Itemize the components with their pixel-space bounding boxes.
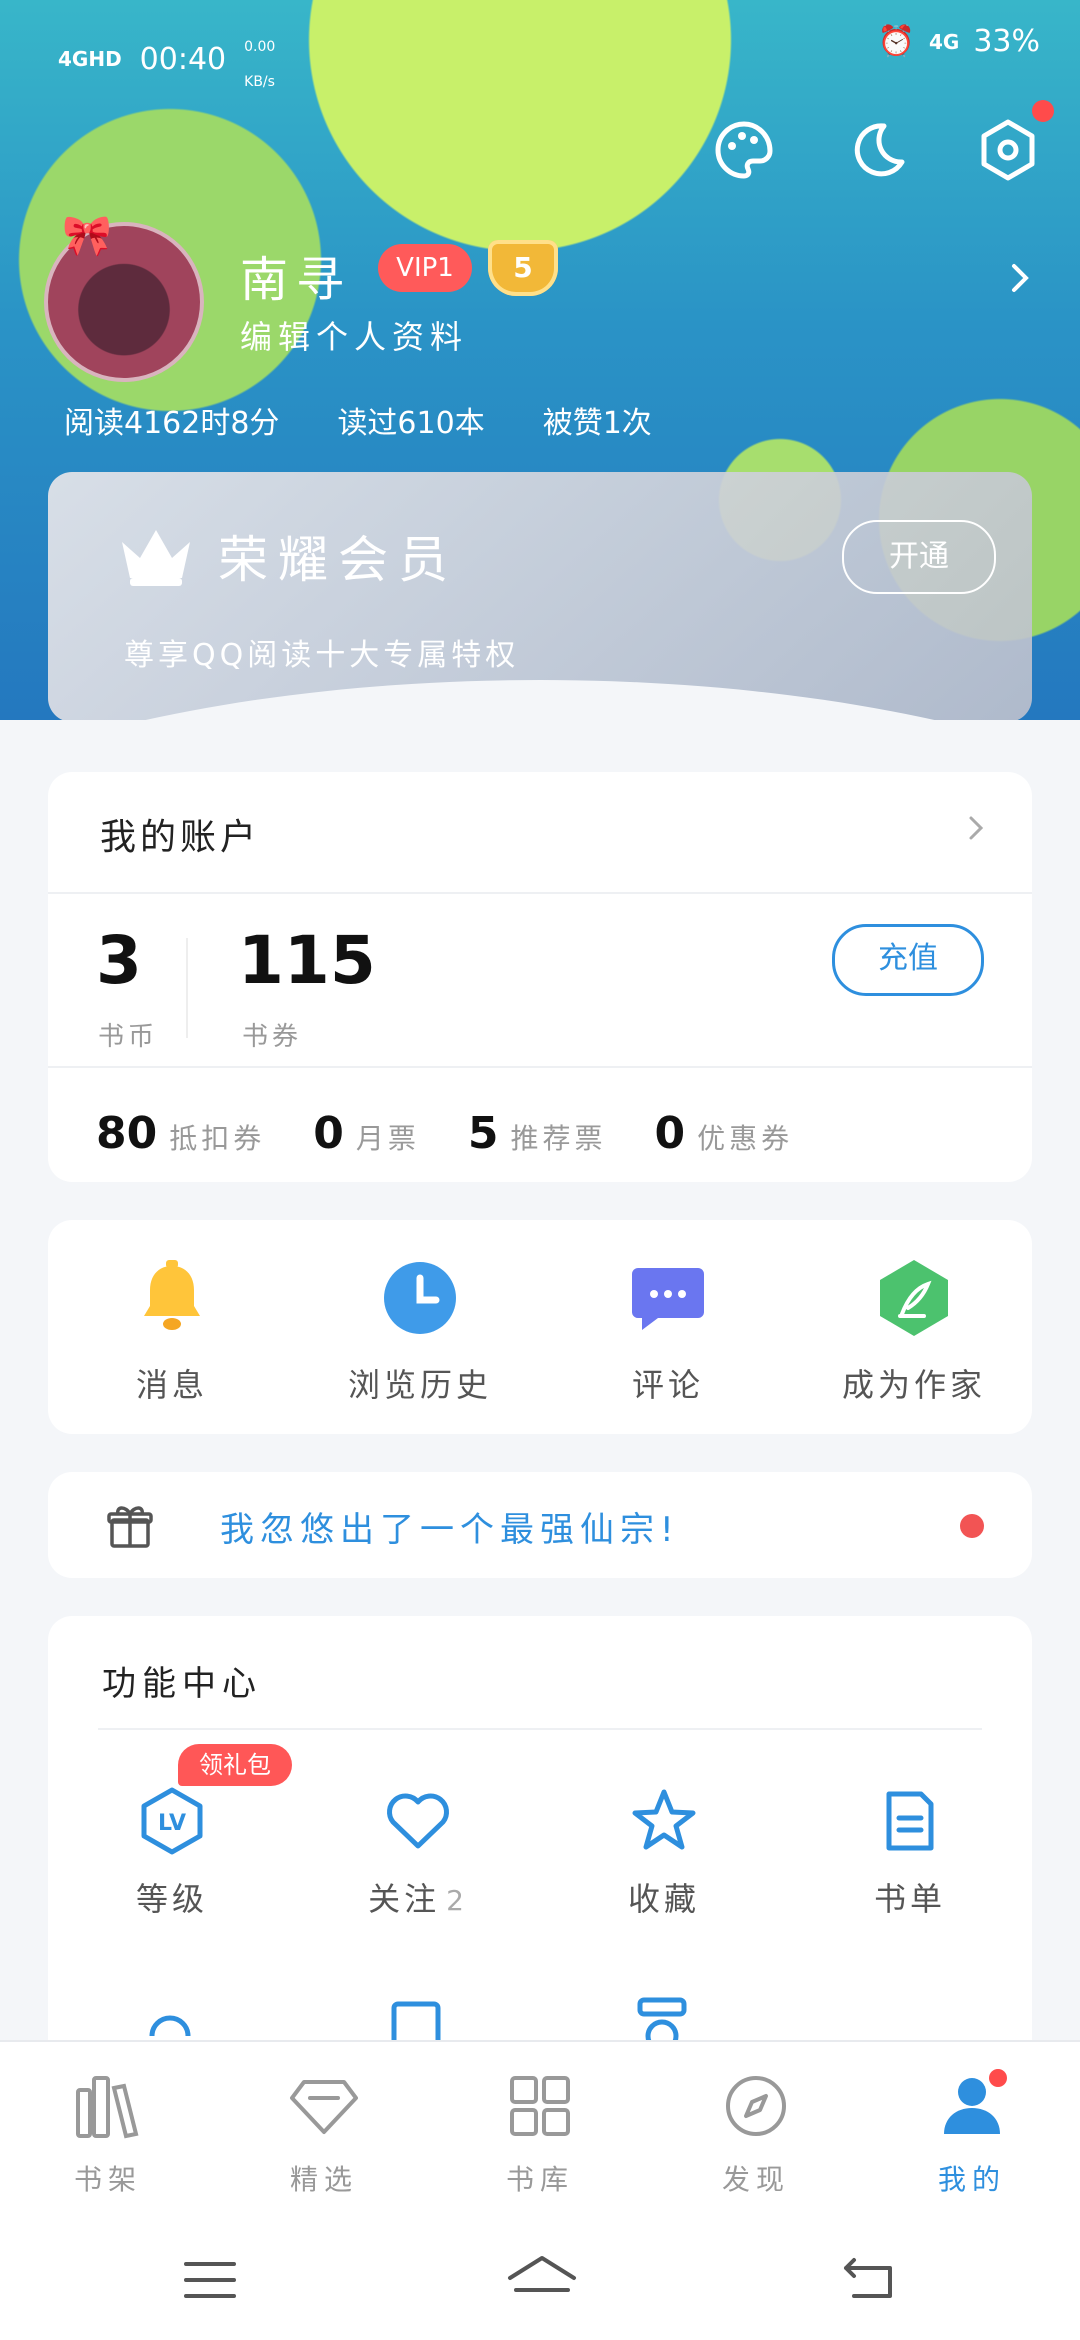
monthly-ticket[interactable]: 0 月票: [313, 1108, 420, 1159]
coin-balance[interactable]: 3: [96, 922, 142, 999]
function-label: 收藏: [627, 1880, 700, 1918]
promo-text[interactable]: 我忽悠出了一个最强仙宗!: [220, 1502, 680, 1551]
messages-shortcut[interactable]: 消息: [52, 1258, 292, 1406]
settings-icon[interactable]: [976, 100, 1054, 182]
tab-label: 我的: [937, 2163, 1006, 2196]
coupon-ticket[interactable]: 0 优惠券: [655, 1108, 794, 1159]
books-read[interactable]: 读过610本: [337, 398, 484, 442]
account-card: 我的账户 3 书币 115 书券 充值 80 抵扣券 0 月票 5 推荐票 0 优惠券: [48, 772, 1032, 1182]
edit-profile-link[interactable]: 编辑个人资料: [240, 312, 468, 358]
tab-discover[interactable]: 发现: [648, 2068, 864, 2198]
chat-icon: [632, 1268, 704, 1330]
back-icon[interactable]: [838, 2250, 898, 2310]
ticket-row: 80 抵扣券 0 月票 5 推荐票 0 优惠券: [96, 1108, 841, 1159]
gift-pack-badge[interactable]: 领礼包: [178, 1744, 292, 1786]
follow-count: 2: [446, 1884, 468, 1917]
bookshelf-icon: [76, 2076, 139, 2139]
status-bar: 4GHD 00:40 0.00 KB/s ⏰ 4G 33%: [0, 14, 1080, 90]
vip-title: 荣耀会员: [218, 531, 458, 589]
avatar[interactable]: 🎀: [44, 213, 204, 382]
alarm-icon: ⏰: [877, 24, 915, 59]
shortcut-label: 成为作家: [841, 1366, 986, 1404]
grid-icon: [510, 2076, 570, 2136]
function-label: 关注 2: [368, 1880, 468, 1918]
history-shortcut[interactable]: 浏览历史: [300, 1258, 540, 1406]
recharge-button[interactable]: 充值: [832, 924, 984, 996]
recommend-ticket[interactable]: 5 推荐票: [468, 1108, 607, 1159]
level-function[interactable]: LV 等级: [62, 1786, 282, 1920]
level-badge[interactable]: 5: [488, 240, 558, 296]
theme-palette-icon[interactable]: [712, 118, 776, 182]
quill-icon: [880, 1260, 948, 1336]
follow-function[interactable]: 关注 2: [308, 1786, 528, 1920]
lv-icon: LV: [141, 1787, 203, 1855]
shortcut-label: 浏览历史: [347, 1366, 492, 1404]
vip-description: 尊享QQ阅读十大专属特权: [124, 638, 520, 673]
gift-icon: [107, 1506, 153, 1548]
tab-label: 书库: [505, 2163, 574, 2196]
shortcut-label: 消息: [135, 1366, 208, 1404]
user-name[interactable]: 南寻: [240, 240, 352, 310]
star-icon: [632, 1789, 696, 1850]
voucher-label: 书券: [242, 1022, 303, 1052]
menu-icon[interactable]: [180, 2250, 240, 2310]
tab-label: 书架: [73, 2163, 142, 2196]
heart-icon: [387, 1793, 449, 1849]
tab-label: 发现: [721, 2163, 790, 2196]
promo-banner[interactable]: 我忽悠出了一个最强仙宗!: [48, 1472, 1032, 1578]
bell-icon: [144, 1260, 200, 1330]
diamond-icon: [290, 2080, 358, 2134]
home-icon[interactable]: [506, 2250, 578, 2310]
become-writer-shortcut[interactable]: 成为作家: [794, 1258, 1034, 1406]
clock-icon: [384, 1262, 456, 1334]
tab-featured[interactable]: 精选: [216, 2068, 432, 2198]
booklist-icon: [886, 1791, 934, 1851]
account-title[interactable]: 我的账户: [100, 808, 260, 860]
divider-vertical: [186, 938, 188, 1038]
tab-mine[interactable]: 我的: [864, 2068, 1080, 2198]
svg-text:LV: LV: [158, 1811, 186, 1836]
tab-library[interactable]: 书库: [432, 2068, 648, 2198]
divider: [98, 1728, 982, 1730]
favorites-function[interactable]: 收藏: [554, 1786, 774, 1920]
net-speed: 0.00 KB/s: [244, 39, 276, 90]
system-navigation-bar: [0, 2220, 1080, 2340]
function-label: 书单: [873, 1880, 946, 1918]
user-icon: [944, 2069, 1007, 2134]
divider: [48, 1066, 1032, 1068]
shortcuts-card: 消息 浏览历史 评论 成为作家: [48, 1220, 1032, 1434]
battery-level: 33%: [973, 24, 1040, 59]
comments-shortcut[interactable]: 评论: [548, 1258, 788, 1406]
coin-label: 书币: [98, 1022, 159, 1052]
booklist-function[interactable]: 书单: [800, 1786, 1020, 1920]
network-indicator: 4GHD: [58, 47, 122, 71]
chevron-right-icon[interactable]: [960, 812, 992, 844]
clock: 00:40: [139, 41, 227, 77]
unread-dot: [960, 1514, 984, 1538]
crown-icon: [122, 530, 190, 586]
night-mode-icon[interactable]: [844, 118, 908, 182]
shortcut-label: 评论: [631, 1366, 704, 1404]
compass-icon: [726, 2076, 786, 2136]
bow-icon: 🎀: [62, 213, 112, 259]
function-label: 等级: [135, 1880, 208, 1918]
reading-time[interactable]: 阅读4162时8分: [64, 398, 279, 442]
chevron-right-icon[interactable]: [1000, 258, 1040, 298]
divider: [48, 892, 1032, 894]
tab-label: 精选: [289, 2163, 358, 2196]
reading-stats: 阅读4162时8分 读过610本 被赞1次: [64, 398, 652, 442]
settings-badge: [1032, 100, 1054, 122]
tab-bookshelf[interactable]: 书架: [0, 2068, 216, 2198]
voucher-balance[interactable]: 115: [238, 922, 376, 999]
deduction-ticket[interactable]: 80 抵扣券: [96, 1108, 265, 1159]
network-right: 4G: [928, 29, 960, 54]
profile-header: 4GHD 00:40 0.00 KB/s ⏰ 4G 33% 🎀 南寻 VIP1 5…: [0, 0, 1080, 720]
open-vip-button[interactable]: 开通: [842, 520, 996, 594]
vip-badge[interactable]: VIP1: [378, 244, 472, 292]
bottom-navigation: 书架 精选 书库 发现 我的: [0, 2040, 1080, 2222]
function-center-title: 功能中心: [102, 1664, 262, 1704]
likes-received[interactable]: 被赞1次: [543, 398, 652, 442]
